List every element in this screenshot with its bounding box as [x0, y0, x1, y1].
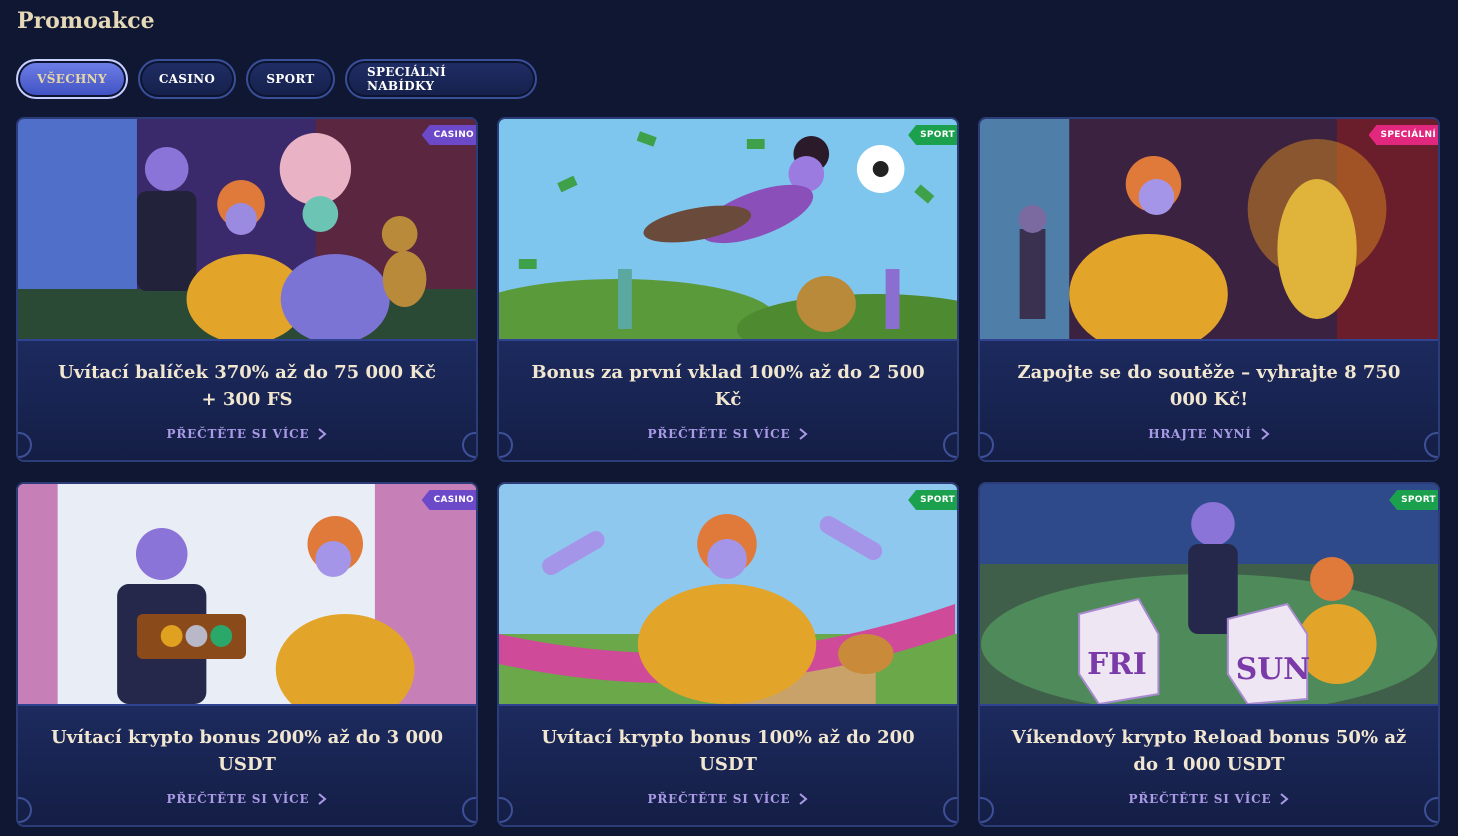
category-tag: SPORT: [908, 490, 957, 510]
promo-image-crypto-welcome-100: SPORT: [499, 484, 957, 704]
link-label: PŘEČTĚTE SI VÍCE: [166, 792, 310, 806]
die-label-fri: FRI: [1087, 647, 1147, 682]
link-label: PŘEČTĚTE SI VÍCE: [166, 427, 310, 441]
category-tag: SPORT: [908, 125, 957, 145]
promo-image-weekend-reload: FRI SUN SPORT: [980, 484, 1438, 704]
chevron-right-icon: [799, 428, 809, 440]
promo-image-first-deposit: SPORT: [499, 119, 957, 339]
chevron-right-icon: [1261, 428, 1270, 440]
tab-sport[interactable]: SPORT: [246, 59, 335, 99]
promo-title: Víkendový krypto Reload bonus 50% až do …: [1011, 727, 1407, 775]
link-label: PŘEČTĚTE SI VÍCE: [647, 792, 791, 806]
tab-all[interactable]: VŠECHNY: [16, 59, 128, 99]
promo-card-welcome-package[interactable]: CASINO Uvítací balíček 370% až do 75 000…: [16, 117, 478, 462]
link-label: HRAJTE NYNÍ: [1148, 427, 1252, 441]
corner-ornament: [1424, 797, 1438, 823]
chevron-right-icon: [1280, 793, 1290, 805]
page-title: Promoakce: [17, 8, 155, 34]
promo-title: Zapojte se do soutěže – vyhrajte 8 750 0…: [1017, 362, 1401, 410]
promo-card-first-deposit[interactable]: SPORT Bonus za první vklad 100% až do 2 …: [497, 117, 959, 462]
promo-image-crypto-welcome-200: CASINO: [18, 484, 476, 704]
link-label: PŘEČTĚTE SI VÍCE: [1128, 792, 1272, 806]
read-more-link[interactable]: PŘEČTĚTE SI VÍCE: [18, 792, 476, 806]
chevron-right-icon: [318, 793, 328, 805]
read-more-link[interactable]: PŘEČTĚTE SI VÍCE: [18, 427, 476, 441]
chevron-right-icon: [318, 428, 328, 440]
chevron-right-icon: [799, 793, 809, 805]
category-tag: SPORT: [1389, 490, 1438, 510]
category-tag: SPECIÁLNÍ: [1368, 125, 1438, 145]
corner-ornament: [1424, 432, 1438, 458]
read-more-link[interactable]: PŘEČTĚTE SI VÍCE: [980, 792, 1438, 806]
promo-card-weekend-reload[interactable]: FRI SUN SPORT Víkendový krypto Reload bo…: [978, 482, 1440, 827]
promo-title: Uvítací krypto bonus 100% až do 200 USDT: [541, 727, 915, 775]
promo-card-crypto-welcome-200[interactable]: CASINO Uvítací krypto bonus 200% až do 3…: [16, 482, 478, 827]
corner-ornament: [462, 432, 476, 458]
die-label-sun: SUN: [1236, 652, 1311, 687]
filter-tabs: VŠECHNY CASINO SPORT SPECIÁLNÍ NABÍDKY: [16, 59, 537, 99]
category-tag: CASINO: [421, 490, 476, 510]
promo-title: Uvítací krypto bonus 200% až do 3 000 US…: [50, 727, 444, 775]
corner-ornament: [943, 432, 957, 458]
promo-title: Bonus za první vklad 100% až do 2 500 Kč: [531, 362, 925, 410]
category-tag: CASINO: [421, 125, 476, 145]
read-more-link[interactable]: PŘEČTĚTE SI VÍCE: [499, 427, 957, 441]
corner-ornament: [462, 797, 476, 823]
promo-title: Uvítací balíček 370% až do 75 000 Kč + 3…: [58, 362, 436, 410]
link-label: PŘEČTĚTE SI VÍCE: [647, 427, 791, 441]
tab-special-offers[interactable]: SPECIÁLNÍ NABÍDKY: [345, 59, 537, 99]
promo-grid: CASINO Uvítací balíček 370% až do 75 000…: [16, 117, 1440, 827]
promo-card-contest[interactable]: SPECIÁLNÍ Zapojte se do soutěže – vyhraj…: [978, 117, 1440, 462]
play-now-link[interactable]: HRAJTE NYNÍ: [980, 427, 1438, 441]
corner-ornament: [943, 797, 957, 823]
promo-image-welcome-package: CASINO: [18, 119, 476, 339]
promo-image-contest: SPECIÁLNÍ: [980, 119, 1438, 339]
tab-casino[interactable]: CASINO: [138, 59, 236, 99]
promo-card-crypto-welcome-100[interactable]: SPORT Uvítací krypto bonus 100% až do 20…: [497, 482, 959, 827]
read-more-link[interactable]: PŘEČTĚTE SI VÍCE: [499, 792, 957, 806]
